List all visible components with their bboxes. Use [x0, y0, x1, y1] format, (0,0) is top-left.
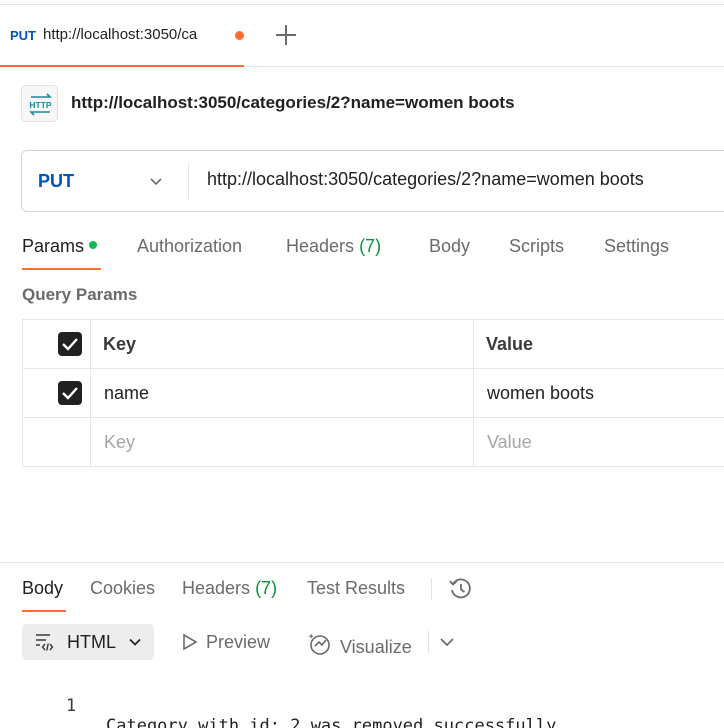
http-request-icon: HTTP	[21, 85, 58, 122]
format-label: HTML	[67, 632, 116, 652]
visualize-button[interactable]: Visualize	[308, 632, 412, 658]
query-params-heading: Query Params	[22, 285, 138, 304]
chevron-down-icon	[150, 178, 162, 186]
table-row: name women boots	[23, 369, 724, 418]
tab-params[interactable]: Params	[22, 236, 98, 257]
response-tab-cookies-label: Cookies	[90, 578, 156, 598]
response-body-line: 1 Category with id: 2 was removed succes…	[0, 676, 556, 728]
tab-body[interactable]: Body	[429, 236, 470, 257]
response-headers-count: (7)	[255, 578, 278, 598]
row-checkbox[interactable]	[58, 381, 82, 405]
url-input[interactable]: http://localhost:3050/categories/2?name=…	[207, 169, 644, 190]
tab-headers-count: (7)	[359, 236, 382, 256]
table-header-row: Key Value	[23, 320, 724, 369]
param-value-input[interactable]: women boots	[487, 383, 594, 404]
request-tabs: Params Authorization Headers (7) Body Sc…	[0, 230, 724, 272]
response-body-text[interactable]: Category with id: 2 was removed successf…	[106, 716, 556, 728]
visualize-icon	[308, 633, 330, 655]
code-format-icon	[36, 634, 54, 651]
tab-method-label: PUT	[10, 28, 36, 43]
response-tabs: Body Cookies Headers (7) Test Results	[0, 570, 724, 614]
response-tab-headers[interactable]: Headers (7)	[182, 578, 277, 599]
visualize-label: Visualize	[340, 637, 412, 657]
svg-text:HTTP: HTTP	[29, 100, 52, 110]
line-number: 1	[66, 696, 77, 716]
request-title[interactable]: http://localhost:3050/categories/2?name=…	[71, 93, 515, 113]
tab-settings-label: Settings	[604, 236, 670, 256]
check-icon	[62, 338, 78, 351]
active-response-tab-underline	[22, 610, 66, 612]
tab-params-label: Params	[22, 236, 85, 256]
column-divider	[473, 320, 474, 466]
unsaved-dot-icon	[235, 31, 244, 40]
url-bar-divider	[188, 163, 189, 199]
method-label: PUT	[38, 171, 74, 191]
new-key-input[interactable]: Key	[104, 432, 135, 453]
chevron-down-icon[interactable]	[438, 633, 456, 651]
format-select[interactable]: HTML	[22, 624, 154, 660]
key-column-header: Key	[103, 334, 137, 354]
preview-button[interactable]: Preview	[182, 632, 270, 653]
tab-body-label: Body	[429, 236, 471, 256]
tab-scripts-label: Scripts	[509, 236, 565, 256]
preview-label: Preview	[206, 632, 271, 652]
tab-headers[interactable]: Headers (7)	[286, 236, 381, 257]
play-icon	[183, 633, 198, 651]
new-tab-plus-icon[interactable]	[275, 24, 297, 46]
response-tab-test-results[interactable]: Test Results	[307, 578, 405, 599]
param-key-input[interactable]: name	[104, 383, 149, 404]
request-tab[interactable]: PUT http://localhost:3050/ca	[0, 5, 244, 67]
response-tab-body-label: Body	[22, 578, 64, 598]
table-row-empty: Key Value	[23, 418, 724, 467]
chevron-down-icon	[129, 638, 141, 646]
params-active-dot-icon	[89, 241, 98, 249]
response-divider[interactable]	[0, 562, 724, 563]
history-icon[interactable]	[448, 576, 474, 602]
response-tab-headers-label: Headers	[182, 578, 251, 598]
tab-scripts[interactable]: Scripts	[509, 236, 564, 257]
new-value-input[interactable]: Value	[487, 432, 532, 453]
tab-settings[interactable]: Settings	[604, 236, 669, 257]
tab-title: http://localhost:3050/ca	[43, 26, 198, 43]
query-params-table: Key Value name women boots Key Value	[22, 319, 724, 467]
column-divider	[90, 320, 91, 466]
active-tab-underline	[22, 268, 101, 270]
check-icon	[62, 387, 78, 400]
response-tabs-divider	[431, 578, 432, 600]
tab-authorization[interactable]: Authorization	[137, 236, 242, 257]
method-select[interactable]: PUT	[22, 151, 188, 211]
toolbar-divider	[428, 631, 429, 653]
select-all-checkbox[interactable]	[58, 332, 82, 356]
value-column-header: Value	[486, 334, 534, 354]
tab-strip: PUT http://localhost:3050/ca	[0, 5, 724, 67]
tab-headers-label: Headers	[286, 236, 355, 256]
tab-authorization-label: Authorization	[137, 236, 243, 256]
response-tab-cookies[interactable]: Cookies	[90, 578, 155, 599]
response-tab-test-results-label: Test Results	[307, 578, 406, 598]
response-tab-body[interactable]: Body	[22, 578, 63, 599]
url-bar: PUT http://localhost:3050/categories/2?n…	[21, 150, 724, 212]
